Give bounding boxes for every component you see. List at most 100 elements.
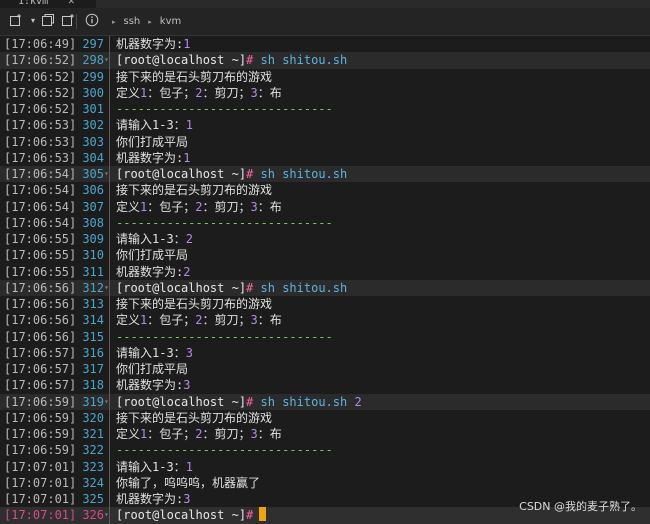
line-text: [root@localhost ~]# (116, 507, 267, 523)
text-segment: [root@localhost ~] (116, 167, 247, 181)
timestamp: [17:06:55] (4, 232, 77, 246)
info-icon[interactable] (84, 13, 100, 29)
new-window-icon[interactable] (60, 13, 76, 29)
gutter-divider (109, 36, 110, 53)
gutter-divider (109, 409, 110, 426)
fold-marker-icon[interactable]: ▾ (104, 280, 109, 296)
timestamp: [17:06:59] (4, 427, 77, 441)
text-segment: [root@localhost ~] (116, 280, 247, 295)
line-number: 310 (82, 248, 104, 263)
line-number: 303 (82, 134, 104, 149)
terminal-output[interactable]: [17:06:49] 297 机器数字为:1 [17:06:52] 298 ▾ [root@… (0, 36, 650, 524)
text-segment: 定义 (116, 199, 141, 214)
terminal-command-line: [17:06:52] 298 ▾ [root@localhost ~]# sh shi… (0, 52, 650, 69)
gutter-divider (109, 166, 110, 183)
line-number: 302 (82, 118, 104, 133)
line-number: 324 (82, 475, 104, 490)
line-text: ------------------------------ (116, 442, 333, 458)
close-icon[interactable]: ✕ (68, 0, 75, 8)
terminal-line: [17:06:54] 308 ---------------------------… (0, 214, 650, 231)
text-segment: 定义 (116, 427, 141, 441)
text-segment: ：布 (257, 199, 282, 214)
text-segment: 机器数字为: (116, 492, 184, 506)
gutter-divider (109, 52, 110, 69)
gutter-divider (109, 84, 110, 101)
line-number: 304 (82, 150, 104, 165)
text-segment: 机器数字为: (116, 37, 184, 51)
terminal-line: [17:06:59] 320 接下来的是石头剪刀布的游戏 (0, 409, 650, 426)
line-text: [root@localhost ~]# sh shitou.sh (116, 280, 347, 296)
text-segment: 接下来的是石头剪刀布的游戏 (116, 183, 273, 198)
line-text: ------------------------------ (116, 215, 333, 231)
fold-marker-icon[interactable]: ▾ (104, 394, 109, 410)
text-segment: 接下来的是石头剪刀布的游戏 (116, 69, 273, 84)
line-number: 312 (82, 280, 104, 295)
line-number: 300 (82, 85, 104, 100)
text-segment: ------------------------------ (116, 443, 333, 458)
timestamp: [17:06:59] (4, 410, 77, 425)
terminal-line: [17:06:56] 315 ---------------------------… (0, 328, 650, 345)
text-segment: 机器数字为: (116, 150, 184, 165)
gutter-divider (109, 377, 110, 394)
line-text: 你们打成平局 (116, 247, 188, 263)
terminal-line: [17:06:53] 302 请输入1-3：1 (0, 117, 650, 134)
gutter-divider (109, 214, 110, 231)
line-number: 297 (82, 37, 104, 51)
text-segment: 3 (250, 313, 258, 328)
text-segment: ：包子； (147, 199, 196, 214)
text-segment: 3 (250, 199, 258, 214)
text-segment: sh shitou.sh (260, 53, 348, 68)
line-number: 306 (82, 183, 104, 198)
text-segment: 3 (185, 345, 193, 360)
text-segment: 2 (195, 85, 203, 100)
terminal-command-line: [17:06:56] 312 ▾ [root@localhost ~]# sh shi… (0, 279, 650, 296)
line-text: 定义1：包子；2：剪刀；3：布 (116, 426, 282, 442)
terminal-line: [17:06:59] 321 定义1：包子；2：剪刀；3：布 (0, 426, 650, 443)
text-segment: 接下来的是石头剪刀布的游戏 (116, 297, 273, 311)
text-segment: 1 (183, 37, 191, 51)
line-text: 接下来的是石头剪刀布的游戏 (116, 69, 272, 85)
text-segment: [root@localhost ~] (116, 53, 247, 68)
line-text: 请输入1-3：2 (116, 231, 193, 247)
terminal-command-line: [17:06:59] 319 ▾ [root@localhost ~]# sh shi… (0, 393, 650, 410)
text-segment: ：剪刀； (202, 427, 251, 441)
fold-marker-icon[interactable]: ▾ (104, 52, 109, 68)
timestamp: [17:06:56] (4, 329, 77, 344)
timestamp: [17:06:56] (4, 297, 77, 311)
chevron-down-icon[interactable]: ▾ (28, 13, 38, 29)
tab-kvm[interactable]: 1:kvm ✕ (0, 0, 96, 8)
new-tab-icon[interactable] (8, 13, 24, 29)
line-number: 325 (82, 492, 104, 506)
tab-label: 1:kvm (18, 0, 49, 7)
gutter-divider (109, 149, 110, 166)
text-segment: ：包子； (147, 85, 196, 100)
text-segment: 机器数字为: (116, 264, 184, 279)
breadcrumb-item-ssh[interactable]: ssh (124, 16, 141, 27)
text-segment: ------------------------------ (116, 102, 333, 116)
timestamp: [17:07:01] (4, 492, 77, 506)
breadcrumb-item-kvm[interactable]: kvm (160, 16, 181, 27)
line-number: 319 (82, 394, 104, 409)
fold-marker-icon[interactable]: ▾ (104, 166, 109, 182)
text-segment: sh shitou.sh (260, 280, 348, 295)
gutter-divider (109, 296, 110, 313)
duplicate-tab-icon[interactable] (40, 13, 56, 29)
text-segment: 请输入1-3： (116, 459, 186, 474)
gutter-divider (109, 491, 110, 508)
gutter-divider (109, 182, 110, 199)
gutter-divider (109, 426, 110, 443)
line-number: 305 (82, 167, 104, 181)
text-segment (253, 395, 260, 409)
terminal-command-line: [17:06:54] 305 ▾ [root@localhost ~]# sh shi… (0, 166, 650, 183)
line-number: 316 (82, 345, 104, 360)
text-segment: sh shitou.sh (260, 394, 348, 409)
fold-marker-icon[interactable]: ▾ (104, 507, 109, 523)
line-number: 326 (82, 508, 104, 523)
timestamp: [17:06:52] (4, 53, 77, 68)
tab-strip: 1:kvm ✕ (0, 0, 650, 8)
gutter-divider (109, 279, 110, 296)
gutter-divider (109, 68, 110, 85)
timestamp: [17:06:57] (4, 362, 77, 376)
timestamp: [17:07:01] (4, 508, 77, 523)
text-segment: ：布 (257, 427, 282, 441)
